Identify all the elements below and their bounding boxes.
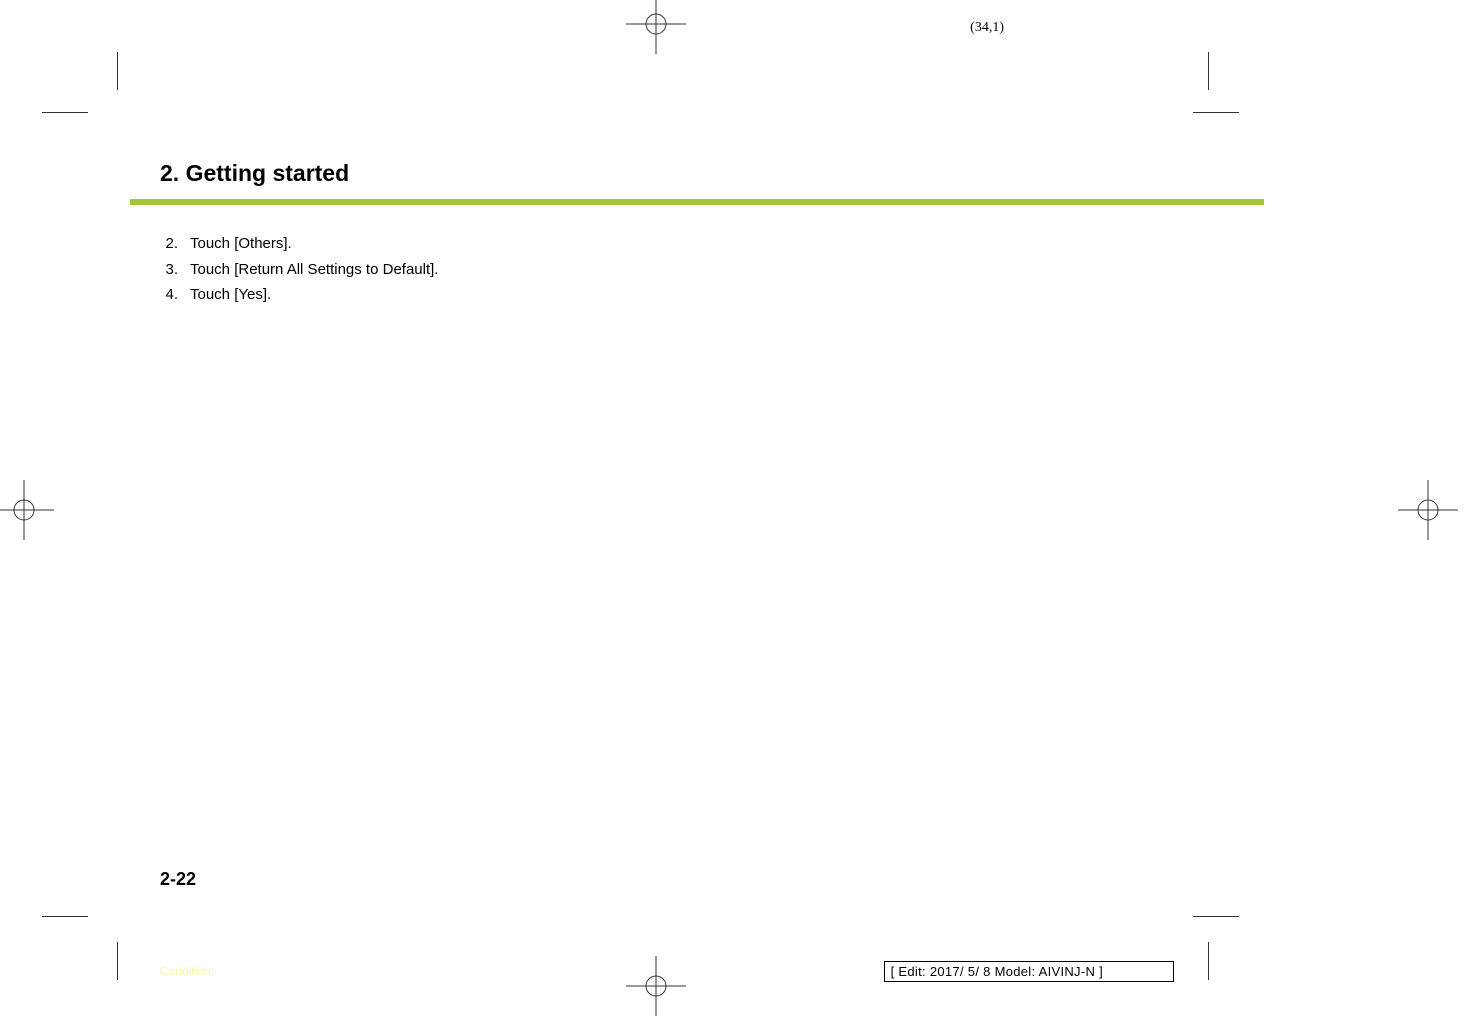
page-number: 2-22 (160, 869, 196, 890)
crop-mark (117, 942, 118, 980)
step-number: 4. (160, 282, 190, 308)
crop-mark (1208, 52, 1209, 90)
section-rule (130, 199, 1264, 205)
footer-condition-label: Condition: (160, 964, 214, 978)
step-number: 3. (160, 257, 190, 283)
registration-mark-icon (1398, 480, 1458, 540)
step-text: Touch [Others]. (190, 231, 292, 257)
crop-mark (117, 52, 118, 90)
crop-mark (1193, 916, 1239, 917)
registration-mark-icon (0, 480, 54, 540)
step-item: 3. Touch [Return All Settings to Default… (160, 257, 1174, 283)
footer-edit-info: [ Edit: 2017/ 5/ 8 Model: AIVINJ-N ] (884, 961, 1174, 982)
step-text: Touch [Return All Settings to Default]. (190, 257, 438, 283)
step-item: 2. Touch [Others]. (160, 231, 1174, 257)
page-coordinate: (34,1) (970, 20, 1004, 36)
crop-mark (1193, 112, 1239, 113)
steps-list: 2. Touch [Others]. 3. Touch [Return All … (160, 231, 1174, 308)
step-number: 2. (160, 231, 190, 257)
crop-mark (42, 112, 88, 113)
crop-mark (1208, 942, 1209, 980)
content-area: 2. Getting started 2. Touch [Others]. 3.… (160, 160, 1174, 890)
registration-mark-icon (626, 956, 686, 1016)
step-text: Touch [Yes]. (190, 282, 271, 308)
crop-mark (42, 916, 88, 917)
section-title: 2. Getting started (160, 160, 1174, 187)
step-item: 4. Touch [Yes]. (160, 282, 1174, 308)
registration-mark-icon (626, 0, 686, 54)
